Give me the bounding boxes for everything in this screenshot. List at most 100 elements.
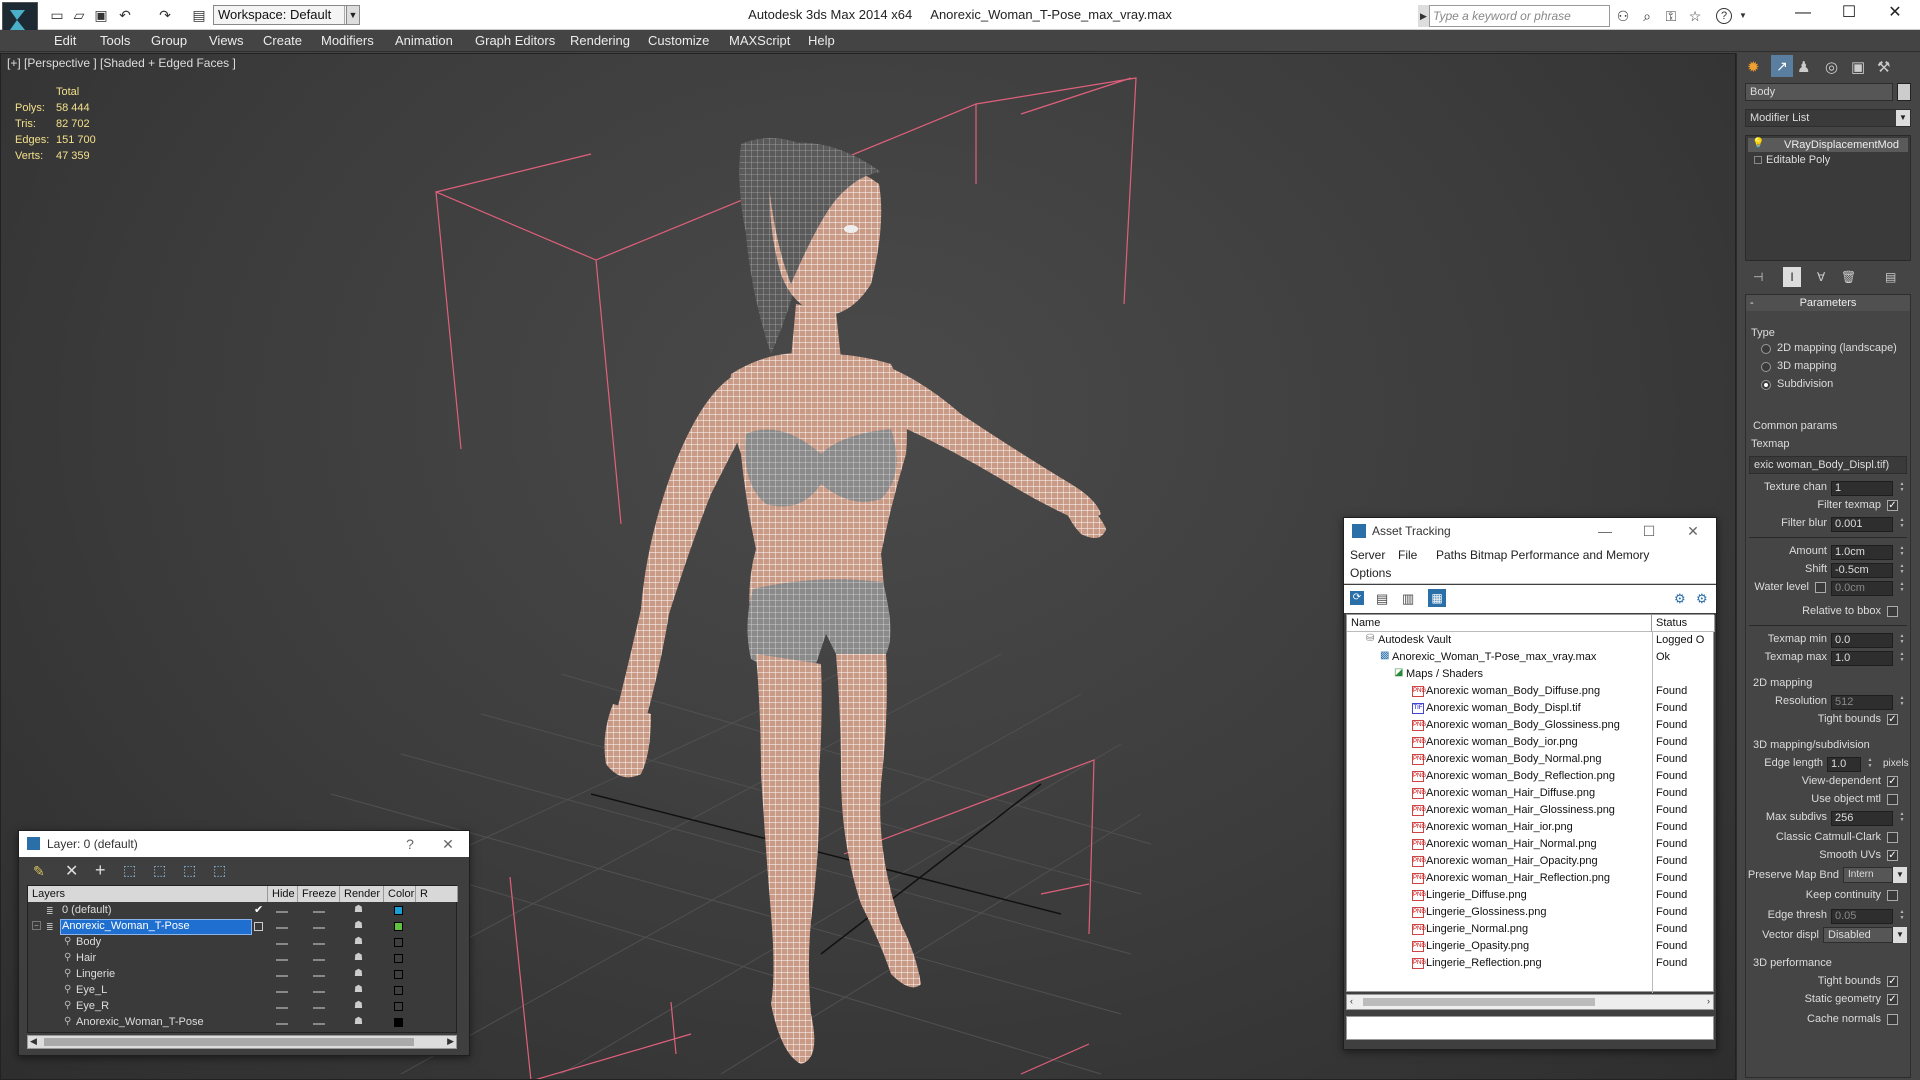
- binoculars-icon[interactable]: ⚇: [1614, 7, 1632, 25]
- show-end-result-icon[interactable]: I: [1783, 267, 1801, 287]
- menu-create[interactable]: Create: [263, 33, 302, 48]
- asset-window-titlebar[interactable]: Asset Tracking — ☐ ✕: [1344, 518, 1716, 544]
- freeze-toggle[interactable]: [313, 911, 325, 913]
- water-level-spinner[interactable]: 0.0cm: [1831, 581, 1906, 596]
- water-level-checkbox[interactable]: [1815, 582, 1826, 593]
- scroll-left-icon[interactable]: ‹: [1350, 996, 1353, 1006]
- hide-toggle[interactable]: [276, 991, 288, 993]
- minimize-icon[interactable]: —: [1590, 518, 1620, 544]
- object-name-field[interactable]: Body: [1745, 83, 1893, 101]
- asset-row[interactable]: PNG Anorexic woman_Hair_Glossiness.png Fou…: [1346, 802, 1714, 819]
- menu-tools[interactable]: Tools: [100, 33, 130, 48]
- asset-row[interactable]: PNG Anorexic woman_Body_Glossiness.png Fou…: [1346, 717, 1714, 734]
- asset-row[interactable]: PNG Lingerie_Reflection.png Found: [1346, 955, 1714, 972]
- asset-row[interactable]: PNG Anorexic woman_Body_Normal.png Found: [1346, 751, 1714, 768]
- modifier-list-dropdown[interactable]: Modifier List ▼: [1745, 109, 1911, 127]
- scroll-left-icon[interactable]: ◀: [30, 1036, 37, 1047]
- highlight-layer-icon[interactable]: ⬚: [153, 862, 166, 879]
- subscription-icon[interactable]: ⚿: [1662, 7, 1680, 25]
- asset-row-group[interactable]: ◪ Maps / Shaders: [1346, 666, 1714, 683]
- col-r[interactable]: R: [416, 886, 458, 902]
- render-teapot-icon[interactable]: ☗: [354, 920, 363, 931]
- menu-maxscript[interactable]: MAXScript: [729, 33, 790, 48]
- detail-view-icon[interactable]: ▥: [1402, 591, 1414, 607]
- menu-customize[interactable]: Customize: [648, 33, 709, 48]
- chevron-down-icon[interactable]: ▼: [1893, 927, 1907, 943]
- make-current-box[interactable]: [254, 922, 263, 931]
- asset-menu-server[interactable]: Server: [1350, 548, 1385, 562]
- hide-toggle[interactable]: [276, 1007, 288, 1009]
- asset-row[interactable]: PNG Lingerie_Glossiness.png Found: [1346, 904, 1714, 921]
- scroll-thumb[interactable]: [44, 1038, 414, 1046]
- asset-row[interactable]: TIF Anorexic woman_Body_Displ.tif Found: [1346, 700, 1714, 717]
- asset-row[interactable]: PNG Lingerie_Opasity.png Found: [1346, 938, 1714, 955]
- hierarchy-tab-icon[interactable]: ♟: [1797, 58, 1810, 76]
- scroll-right-icon[interactable]: ▶: [447, 1036, 454, 1047]
- redo-icon[interactable]: ↷: [156, 6, 174, 24]
- col-layers[interactable]: Layers: [28, 886, 268, 902]
- configure-sets-icon[interactable]: ▤: [1885, 270, 1896, 284]
- utilities-tab-icon[interactable]: ⚒: [1877, 58, 1890, 76]
- classic-catmull-clark-checkbox[interactable]: [1887, 832, 1898, 843]
- render-teapot-icon[interactable]: ☗: [354, 1000, 363, 1011]
- refresh-icon[interactable]: ⟳: [1350, 591, 1364, 605]
- radio-3d-mapping[interactable]: [1761, 362, 1771, 372]
- favorites-star-icon[interactable]: ☆: [1686, 7, 1704, 25]
- object-color-swatch[interactable]: [1897, 83, 1911, 101]
- info-icon[interactable]: ⚙: [1696, 591, 1708, 607]
- menu-group[interactable]: Group: [151, 33, 187, 48]
- render-teapot-icon[interactable]: ☗: [354, 968, 363, 979]
- layer-window-titlebar[interactable]: Layer: 0 (default) ? ✕: [19, 831, 469, 857]
- asset-menu-bitmap[interactable]: Bitmap Performance and Memory: [1470, 548, 1649, 562]
- layer-row-selected[interactable]: − ≣ Anorexic_Woman_T-Pose ☗: [28, 919, 458, 935]
- modify-tab-icon[interactable]: ↗: [1771, 55, 1793, 77]
- object-row[interactable]: ⚲ Eye_R ☗: [28, 999, 458, 1015]
- hide-toggle[interactable]: [276, 959, 288, 961]
- col-hide[interactable]: Hide: [268, 886, 298, 902]
- menu-modifiers[interactable]: Modifiers: [321, 33, 374, 48]
- hide-toggle[interactable]: [276, 911, 288, 913]
- object-color-swatch[interactable]: [394, 938, 403, 947]
- col-color[interactable]: Color: [384, 886, 416, 902]
- object-color-swatch[interactable]: [394, 1002, 403, 1011]
- freeze-toggle[interactable]: [313, 1007, 325, 1009]
- render-teapot-icon[interactable]: ☗: [354, 1016, 363, 1027]
- asset-row[interactable]: PNG Anorexic woman_Hair_ior.png Found: [1346, 819, 1714, 836]
- edge-thresh-spinner[interactable]: 0.05: [1831, 909, 1906, 924]
- object-row[interactable]: ⚲ Eye_L ☗: [28, 983, 458, 999]
- open-file-icon[interactable]: ▱: [70, 6, 88, 24]
- render-teapot-icon[interactable]: ☗: [354, 984, 363, 995]
- motion-tab-icon[interactable]: ◎: [1825, 58, 1838, 76]
- make-unique-icon[interactable]: ∀: [1817, 270, 1825, 284]
- tight-bounds-2-checkbox[interactable]: ✓: [1887, 976, 1898, 987]
- asset-row-vault[interactable]: ⛁ Autodesk Vault Logged O: [1346, 632, 1714, 649]
- help-icon[interactable]: ?: [395, 831, 425, 857]
- menu-edit[interactable]: Edit: [54, 33, 76, 48]
- col-render[interactable]: Render: [340, 886, 384, 902]
- search-arrow-icon[interactable]: ▶: [1418, 5, 1430, 27]
- object-color-swatch[interactable]: [394, 970, 403, 979]
- expand-icon[interactable]: [1754, 156, 1762, 164]
- table-view-icon[interactable]: ▦: [1428, 589, 1446, 607]
- hide-all-icon[interactable]: ⬚: [183, 862, 196, 879]
- remove-modifier-icon[interactable]: 🗑: [1841, 270, 1856, 284]
- view-dependent-checkbox[interactable]: ✓: [1887, 776, 1898, 787]
- relative-bbox-checkbox[interactable]: [1887, 606, 1898, 617]
- edge-length-spinner[interactable]: 1.0: [1827, 757, 1874, 772]
- asset-menu-paths[interactable]: Paths: [1436, 548, 1467, 562]
- cache-normals-checkbox[interactable]: [1887, 1014, 1898, 1025]
- radio-2d-mapping[interactable]: [1761, 344, 1771, 354]
- object-row[interactable]: ⚲ Hair ☗: [28, 951, 458, 967]
- object-row[interactable]: ⚲ Anorexic_Woman_T-Pose ☗: [28, 1015, 458, 1031]
- lightbulb-icon[interactable]: 💡: [1752, 138, 1764, 149]
- expand-icon[interactable]: −: [32, 921, 41, 930]
- search-input[interactable]: Type a keyword or phrase: [1418, 5, 1610, 27]
- filter-texmap-checkbox[interactable]: ✓: [1887, 500, 1898, 511]
- asset-row[interactable]: PNG Anorexic woman_Hair_Normal.png Found: [1346, 836, 1714, 853]
- asset-row-file[interactable]: ▩ Anorexic_Woman_T-Pose_max_vray.max Ok: [1346, 649, 1714, 666]
- texmap-max-spinner[interactable]: 1.0: [1831, 651, 1906, 666]
- maximize-button[interactable]: ☐: [1826, 0, 1872, 26]
- shift-spinner[interactable]: -0.5cm: [1831, 563, 1906, 578]
- object-row[interactable]: ⚲ Body ☗: [28, 935, 458, 951]
- help-topic-icon[interactable]: ⚙: [1674, 591, 1686, 607]
